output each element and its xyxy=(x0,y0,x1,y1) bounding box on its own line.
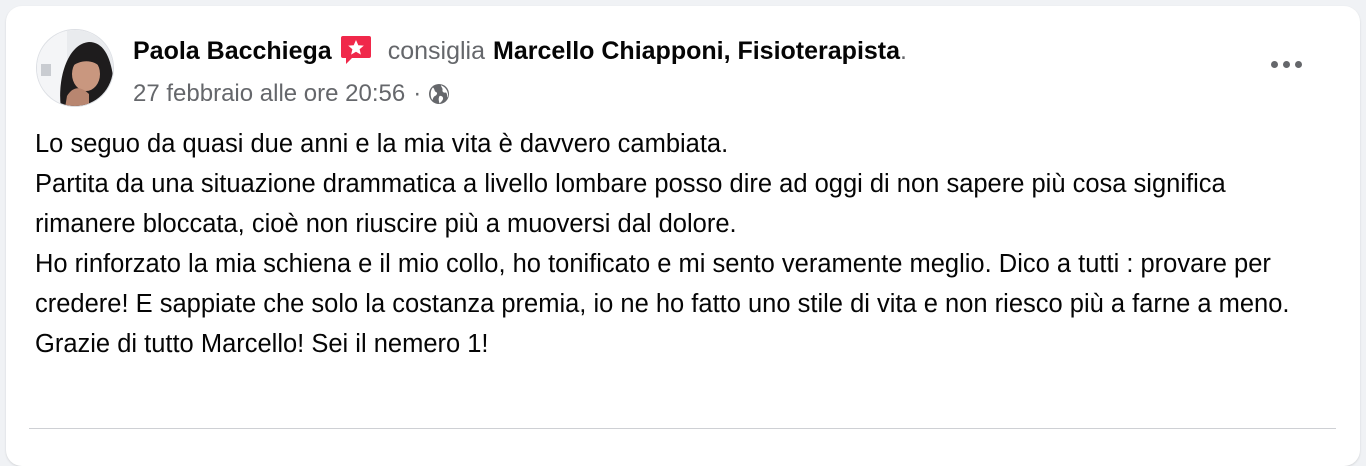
trailing-period: . xyxy=(900,36,907,65)
action-verb: consiglia xyxy=(387,36,485,65)
more-options-icon xyxy=(1270,60,1278,68)
post-body: Lo seguo da quasi due anni e la mia vita… xyxy=(35,124,1315,364)
post-body-line: Partita da una situazione drammatica a l… xyxy=(35,170,1226,238)
globe-icon[interactable] xyxy=(427,82,451,106)
author-avatar[interactable] xyxy=(36,29,114,107)
post-body-line: Lo seguo da quasi due anni e la mia vita… xyxy=(35,130,729,158)
more-options-icon xyxy=(1282,60,1290,68)
more-options-button[interactable] xyxy=(1262,46,1310,82)
card-divider xyxy=(29,428,1336,429)
review-post-card: Paola Bacchiega consiglia Marcello Chiap… xyxy=(6,6,1360,466)
post-meta: 27 febbraio alle ore 20:56 · xyxy=(133,77,451,111)
more-options-icon xyxy=(1294,60,1302,68)
meta-separator: · xyxy=(413,80,422,107)
recommended-page-link[interactable]: Marcello Chiapponi, Fisioterapista xyxy=(493,37,900,66)
post-header: Paola Bacchiega consiglia Marcello Chiap… xyxy=(133,33,907,69)
author-name-link[interactable]: Paola Bacchiega xyxy=(133,37,332,66)
post-timestamp-link[interactable]: 27 febbraio alle ore 20:56 xyxy=(133,80,405,108)
post-body-line: Ho rinforzato la mia schiena e il mio co… xyxy=(35,250,1290,318)
post-body-line: Grazie di tutto Marcello! Sei il nemero … xyxy=(35,330,489,358)
avatar-photo xyxy=(37,30,113,106)
recommend-star-icon xyxy=(340,35,372,65)
